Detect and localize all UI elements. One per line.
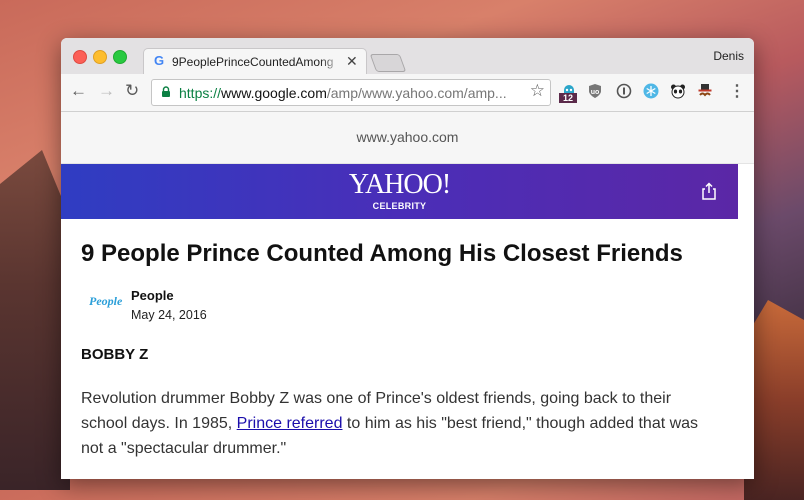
amp-header: www.yahoo.com [61,112,754,164]
tab-active[interactable]: G 9PeoplePrinceCountedAmong ✕ [143,48,367,75]
ublock-shield-icon[interactable]: uo [587,83,603,99]
article-paragraph: Revolution drummer Bobby Z was one of Pr… [81,386,721,461]
close-window-button[interactable] [73,50,87,64]
share-icon[interactable] [701,182,717,200]
toolbar: ← → ↻ https://www.google.com/amp/www.yah… [61,74,754,112]
ghostery-icon[interactable]: 12 [559,83,577,103]
profile-name[interactable]: Denis [713,49,744,63]
url-text: https://www.google.com/amp/www.yahoo.com… [179,85,524,101]
minimize-window-button[interactable] [93,50,107,64]
lock-icon [162,86,170,97]
article-date: May 24, 2016 [131,308,207,322]
tab-title-fade [320,49,342,75]
address-bar[interactable]: https://www.google.com/amp/www.yahoo.com… [151,79,551,106]
section-heading: BOBBY Z [81,346,149,363]
url-host: www.google.com [221,85,327,101]
svg-text:uo: uo [591,89,600,96]
hat-mustache-icon[interactable] [697,83,713,99]
close-tab-icon[interactable]: ✕ [346,53,358,70]
extension-badge: 12 [559,93,577,103]
snowflake-icon[interactable] [643,83,659,99]
yahoo-logo[interactable]: YAHOO! [61,171,738,199]
title-bar: G 9PeoplePrinceCountedAmong ✕ Denis [61,38,754,75]
yahoo-banner: YAHOO! CELEBRITY [61,164,738,219]
menu-icon[interactable]: ⋮ [729,81,745,101]
article-headline: 9 People Prince Counted Among His Closes… [81,240,683,267]
yahoo-sub-brand: CELEBRITY [372,201,427,211]
new-tab-button[interactable] [369,54,407,72]
back-arrow-icon[interactable]: ← [70,81,87,101]
url-path: /amp/www.yahoo.com/amp... [326,85,507,101]
browser-window: G 9PeoplePrinceCountedAmong ✕ Denis ← → … [61,38,754,479]
publisher-logo[interactable]: People [89,294,122,309]
1password-icon[interactable] [616,83,632,99]
reload-icon[interactable]: ↻ [125,81,139,101]
scrollbar-track[interactable] [738,164,754,479]
page-content: www.yahoo.com YAHOO! CELEBRITY 9 People … [61,112,754,479]
desktop-wallpaper-left [0,150,70,490]
article-author: People [131,288,174,303]
google-favicon-icon: G [153,53,165,68]
panda-icon[interactable] [670,83,686,99]
prince-referred-link[interactable]: Prince referred [237,415,343,432]
star-icon[interactable]: ☆ [530,81,545,101]
url-scheme: https:// [179,85,222,101]
maximize-window-button[interactable] [113,50,127,64]
tab-title: 9PeoplePrinceCountedAmong [172,55,334,69]
forward-arrow-icon[interactable]: → [98,81,115,101]
amp-domain[interactable]: www.yahoo.com [61,129,754,145]
